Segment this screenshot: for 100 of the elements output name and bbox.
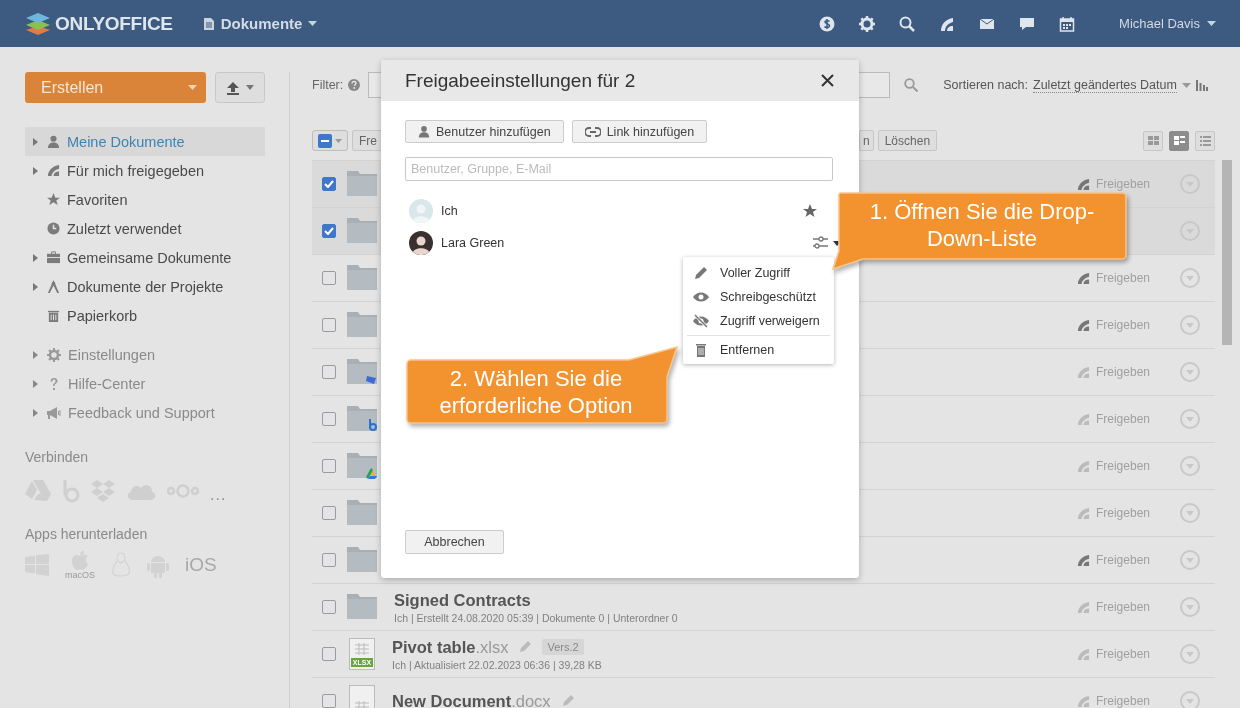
row-menu-icon[interactable] <box>1180 503 1200 523</box>
row-checkbox[interactable] <box>322 412 336 426</box>
menu-item[interactable]: Voller Zugriff <box>683 261 834 285</box>
upload-button[interactable] <box>215 72 265 103</box>
pencil-icon[interactable] <box>518 640 533 654</box>
dollar-icon[interactable] <box>819 15 836 32</box>
menu-item[interactable]: Entfernen <box>683 338 834 362</box>
list-view-button[interactable] <box>1195 130 1215 151</box>
expand-arrow-icon[interactable] <box>33 379 38 388</box>
row-menu-icon[interactable] <box>1180 456 1200 476</box>
user-menu[interactable]: Michael Davis <box>1119 16 1216 31</box>
more-link[interactable]: ... <box>210 486 227 504</box>
chat-icon[interactable] <box>1019 15 1036 32</box>
sidebar-item[interactable]: Hilfe-Center <box>25 369 265 398</box>
row-checkbox[interactable] <box>322 224 336 238</box>
sidebar-item[interactable]: Papierkorb <box>25 301 265 330</box>
sort-dropdown[interactable]: Zuletzt geändertes Datum <box>1033 77 1177 93</box>
row-menu-icon[interactable] <box>1180 597 1200 617</box>
row-checkbox[interactable] <box>322 271 336 285</box>
sidebar-item[interactable]: Meine Dokumente <box>25 127 265 156</box>
sidebar-item[interactable]: Gemeinsame Dokumente <box>25 243 265 272</box>
compact-view-button[interactable] <box>1169 130 1189 151</box>
sidebar-item[interactable]: Einstellungen <box>25 340 265 369</box>
toolbar-button[interactable]: Löschen <box>877 130 938 151</box>
access-dropdown[interactable] <box>813 236 841 250</box>
add-link-button[interactable]: Link hinzufügen <box>571 120 708 143</box>
row-menu-icon[interactable] <box>1180 268 1200 288</box>
share-icon[interactable] <box>1076 600 1090 614</box>
share-icon[interactable] <box>1076 647 1090 661</box>
expand-arrow-icon[interactable] <box>33 253 38 262</box>
share-icon[interactable] <box>1076 365 1090 379</box>
filter-label: Filter: <box>312 78 344 92</box>
sort-order-icon[interactable] <box>1195 79 1208 91</box>
user-search-field[interactable]: Benutzer, Gruppe, E-Mail <box>405 157 833 181</box>
version-badge[interactable]: Vers.2 <box>542 639 584 655</box>
row-menu-icon[interactable] <box>1180 550 1200 570</box>
file-name[interactable]: Signed Contracts <box>394 590 531 610</box>
sidebar-item[interactable]: Favoriten <box>25 185 265 214</box>
row-checkbox[interactable] <box>322 177 336 191</box>
file-name[interactable]: Pivot table.xlsx <box>392 637 509 657</box>
pencil-icon[interactable] <box>560 694 575 708</box>
folder-icon <box>347 264 377 292</box>
tiles-view-button[interactable] <box>1143 130 1163 151</box>
share-icon[interactable] <box>1076 177 1090 191</box>
folder-icon <box>347 546 377 574</box>
calendar-icon[interactable] <box>1059 15 1076 32</box>
share-icon[interactable] <box>1076 318 1090 332</box>
sidebar-item[interactable]: Zuletzt verwendet <box>25 214 265 243</box>
expand-arrow-icon[interactable] <box>33 137 38 146</box>
share-icon[interactable] <box>1076 459 1090 473</box>
row-menu-icon[interactable] <box>1180 644 1200 664</box>
caret-icon[interactable] <box>1181 82 1191 88</box>
avatar <box>409 199 433 223</box>
row-checkbox[interactable] <box>322 600 336 614</box>
row-checkbox[interactable] <box>322 647 336 661</box>
expand-arrow-icon[interactable] <box>33 408 38 417</box>
star-icon <box>803 204 817 218</box>
row-menu-icon[interactable] <box>1180 691 1200 708</box>
row-checkbox[interactable] <box>322 506 336 520</box>
file-name[interactable]: New Document.docx <box>392 691 551 708</box>
settings-icon[interactable] <box>859 15 876 32</box>
sidebar-item[interactable]: Für mich freigegeben <box>25 156 265 185</box>
arc-icon[interactable] <box>939 15 956 32</box>
row-menu-icon[interactable] <box>1180 315 1200 335</box>
share-icon[interactable] <box>1076 412 1090 426</box>
select-all-dropdown[interactable] <box>312 130 348 151</box>
clock-icon <box>47 222 60 235</box>
expand-arrow-icon[interactable] <box>33 166 38 175</box>
row-menu-icon[interactable] <box>1180 409 1200 429</box>
row-checkbox[interactable] <box>322 459 336 473</box>
module-menu[interactable]: Dokumente <box>202 15 318 32</box>
menu-item[interactable]: Zugriff verweigern <box>683 309 834 333</box>
share-icon[interactable] <box>1076 694 1090 708</box>
folder-badge-icon <box>347 452 377 480</box>
add-user-button[interactable]: Benutzer hinzufügen <box>405 120 564 143</box>
crossed-eye-icon <box>692 314 710 328</box>
toolbar-button[interactable]: n <box>859 130 874 151</box>
row-checkbox[interactable] <box>322 318 336 332</box>
share-icon[interactable] <box>1076 271 1090 285</box>
row-checkbox[interactable] <box>322 553 336 567</box>
search-icon[interactable] <box>899 15 916 32</box>
expand-arrow-icon[interactable] <box>33 350 38 359</box>
create-button[interactable]: Erstellen <box>25 72 206 103</box>
compass-icon <box>47 280 60 293</box>
close-icon[interactable] <box>821 74 834 87</box>
sort-label: Sortieren nach: <box>943 78 1029 92</box>
help-icon[interactable] <box>348 79 361 91</box>
toolbar-button[interactable]: Fre <box>352 130 384 151</box>
sidebar-item[interactable]: Dokumente der Projekte <box>25 272 265 301</box>
scrollbar-thumb[interactable] <box>1222 160 1232 345</box>
sidebar-item[interactable]: Feedback und Support <box>25 398 265 427</box>
menu-item[interactable]: Schreibgeschützt <box>683 285 834 309</box>
share-icon[interactable] <box>1076 553 1090 567</box>
cancel-button[interactable]: Abbrechen <box>405 530 504 554</box>
row-checkbox[interactable] <box>322 694 336 708</box>
link-icon <box>584 126 601 137</box>
row-checkbox[interactable] <box>322 365 336 379</box>
row-menu-icon[interactable] <box>1180 362 1200 382</box>
expand-arrow-icon[interactable] <box>33 282 38 291</box>
share-icon[interactable] <box>1076 506 1090 520</box>
